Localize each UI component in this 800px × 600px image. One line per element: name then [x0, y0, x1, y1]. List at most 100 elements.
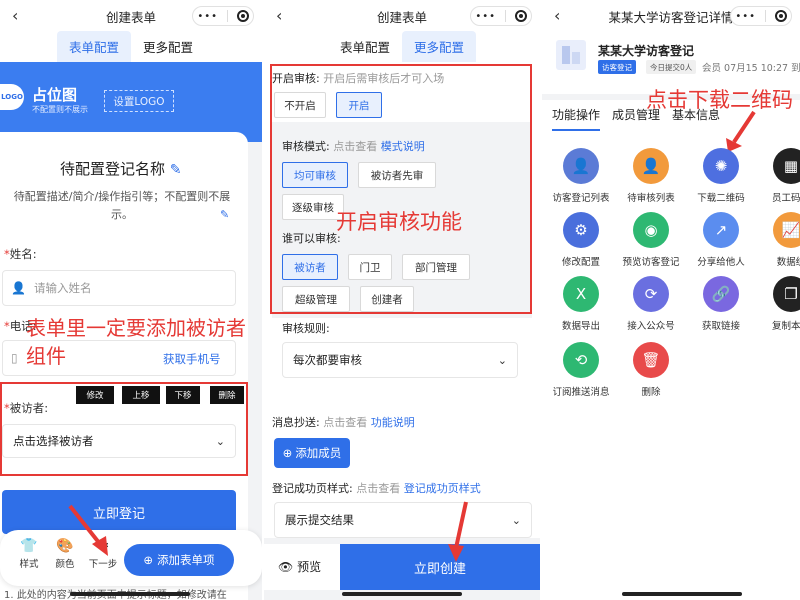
function-icon: 👤	[563, 148, 599, 184]
function-label: 下载二维码	[697, 193, 745, 204]
close-ring-icon[interactable]	[236, 10, 249, 22]
function-icon: 📈	[773, 212, 800, 248]
red-arrow-icon	[448, 501, 468, 562]
function-icon: ⟲	[563, 342, 599, 378]
miniapp-capsule[interactable]: •••	[470, 6, 532, 26]
function-label: 修改配置	[561, 257, 600, 268]
form-description[interactable]: 待配置描述/简介/操作指引等；不配置则不展示。	[4, 188, 240, 224]
nav-title: 创建表单	[376, 9, 427, 25]
function-label: 访客登记列表	[552, 193, 610, 204]
edit-pencil-icon[interactable]: ✎	[220, 208, 229, 221]
function-icon: 🗑	[633, 342, 669, 378]
set-logo-button[interactable]: 设置LOGO	[104, 90, 174, 112]
plus-circle-icon: ⊕	[282, 446, 293, 460]
today-count-badge: 今日提交0人	[646, 60, 697, 74]
function-icon: ✺	[703, 148, 739, 184]
function-icon: ⚙	[563, 212, 599, 248]
back-arrow-icon[interactable]: ‹	[276, 6, 282, 25]
function-item[interactable]: ⟲ 订阅推送消息	[546, 342, 616, 398]
placeholder-title: 占位图	[32, 86, 78, 104]
function-item[interactable]: 📈 数据统	[756, 212, 800, 268]
function-item[interactable]: ↗ 分享给他人	[686, 212, 756, 268]
function-label: 待审核列表	[627, 193, 675, 204]
function-item[interactable]: 🔗 获取链接	[686, 276, 756, 332]
function-icon: X	[563, 276, 599, 312]
function-label: 数据统	[776, 257, 800, 268]
function-icon: ↗	[703, 212, 739, 248]
close-ring-icon[interactable]	[774, 10, 787, 22]
highlight-box	[270, 64, 532, 314]
function-label: 预览访客登记	[622, 257, 680, 268]
function-label: 接入公众号	[627, 321, 675, 332]
tab-form-config[interactable]: 表单配置	[56, 31, 131, 62]
function-item[interactable]: ✺ 下载二维码	[686, 148, 756, 204]
name-label: *姓名:	[4, 247, 37, 261]
function-item[interactable]: 👤 访客登记列表	[546, 148, 616, 204]
chevron-down-icon: ⌄	[497, 353, 507, 367]
function-item[interactable]: 👤 待审核列表	[616, 148, 686, 204]
form-detail-screen: ‹ 某某大学访客登记详情 ••• 某某大学访客登记 访客登记 今日提交0人 会员…	[542, 0, 800, 600]
form-name: 某某大学访客登记	[598, 44, 695, 58]
miniapp-capsule[interactable]: •••	[730, 6, 792, 26]
form-title[interactable]: 待配置登记名称 ✎	[60, 158, 182, 179]
function-icon: 🔗	[703, 276, 739, 312]
home-indicator	[342, 592, 462, 596]
chevron-down-icon: ⌄	[511, 513, 521, 527]
phone-icon: ▯	[11, 351, 18, 365]
preview-button[interactable]: 👁 预览	[278, 558, 321, 575]
add-member-button[interactable]: ⊕ 添加成员	[274, 438, 350, 468]
submit-register-button[interactable]: 立即登记	[2, 490, 236, 534]
red-arrow-icon	[68, 504, 108, 556]
miniapp-capsule[interactable]: •••	[192, 6, 254, 26]
more-icon[interactable]: •••	[475, 11, 496, 22]
rule-select[interactable]: 每次都要审核 ⌄	[282, 342, 518, 378]
eye-icon: 👁	[278, 560, 294, 574]
close-ring-icon[interactable]	[514, 10, 527, 22]
annotation-text: 开启审核功能	[336, 210, 462, 234]
tab-more-config[interactable]: 更多配置	[402, 31, 477, 62]
add-form-item-button[interactable]: ⊕ 添加表单项	[124, 544, 234, 576]
style-button[interactable]: 👕 样式	[12, 538, 46, 570]
function-item[interactable]: ⚙ 修改配置	[546, 212, 616, 268]
tab-more-config[interactable]: 更多配置	[131, 31, 205, 62]
tab-functions[interactable]: 功能操作	[552, 106, 601, 131]
home-indicator	[70, 592, 190, 596]
function-icon: ◉	[633, 212, 669, 248]
back-arrow-icon[interactable]: ‹	[554, 6, 560, 25]
create-now-button[interactable]: 立即创建	[340, 544, 540, 590]
edit-pencil-icon[interactable]: ✎	[170, 162, 182, 178]
function-item[interactable]: ◉ 预览访客登记	[616, 212, 686, 268]
building-icon	[556, 40, 586, 70]
form-config-screen: ‹ 创建表单 ••• 表单配置 更多配置 LOGO 占位图 不配置则不展示 设置…	[0, 0, 262, 600]
function-item[interactable]: ▦ 员工码下	[756, 148, 800, 204]
function-label: 数据导出	[561, 321, 600, 332]
cc-help-link[interactable]: 功能说明	[371, 416, 415, 429]
plus-circle-icon: ⊕	[143, 553, 154, 567]
config-tabs: 表单配置 更多配置	[0, 31, 262, 62]
placeholder-subtitle: 不配置则不展示	[32, 105, 88, 114]
meta-info: 会员 07月15 10:27 到	[702, 63, 800, 74]
function-icon: ⟳	[633, 276, 669, 312]
annotation-text: 点击下载二维码	[646, 88, 793, 112]
more-icon[interactable]: •••	[197, 11, 218, 22]
function-icon: ▦	[773, 148, 800, 184]
function-item[interactable]: ⟳ 接入公众号	[616, 276, 686, 332]
more-icon[interactable]: •••	[735, 11, 756, 22]
rule-label: 审核规则:	[282, 322, 330, 335]
name-input[interactable]: 👤 请输入姓名	[2, 270, 236, 306]
back-arrow-icon[interactable]: ‹	[12, 6, 18, 25]
function-item[interactable]: ❐ 复制本表	[756, 276, 800, 332]
function-label: 订阅推送消息	[552, 387, 610, 398]
tab-form-config[interactable]: 表单配置	[328, 31, 402, 62]
annotation-text: 表单里一定要添加被访者组件	[26, 316, 246, 368]
config-tabs: 表单配置 更多配置	[264, 31, 540, 62]
type-badge: 访客登记	[598, 60, 636, 74]
cc-label: 消息抄送: 点击查看 功能说明	[272, 416, 415, 429]
highlight-box	[0, 382, 248, 476]
function-item[interactable]: X 数据导出	[546, 276, 616, 332]
success-page-select[interactable]: 展示提交结果 ⌄	[274, 502, 532, 538]
success-style-link[interactable]: 登记成功页样式	[404, 482, 481, 495]
nav-bar: ‹ 创建表单 •••	[264, 0, 540, 32]
nav-title: 创建表单	[105, 9, 156, 25]
function-item[interactable]: 🗑 删除	[616, 342, 686, 398]
